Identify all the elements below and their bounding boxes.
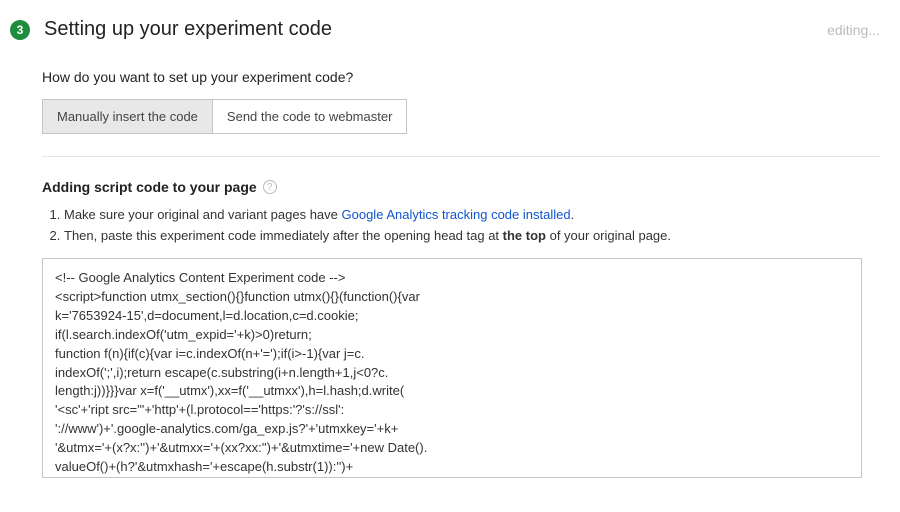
- subhead-title: Adding script code to your page: [42, 179, 257, 195]
- instruction-2-suffix: of your original page.: [546, 228, 671, 243]
- step-number-badge: 3: [10, 20, 30, 40]
- tracking-code-link[interactable]: Google Analytics tracking code installed: [342, 207, 571, 222]
- step-content: How do you want to set up your experimen…: [42, 69, 880, 481]
- subhead-row: Adding script code to your page ?: [42, 179, 880, 195]
- instruction-1-suffix: .: [571, 207, 575, 222]
- step-header: 3 Setting up your experiment code editin…: [0, 18, 880, 41]
- step-status: editing...: [827, 22, 880, 38]
- instruction-item-2: Then, paste this experiment code immedia…: [64, 226, 880, 246]
- section-divider: [42, 156, 880, 157]
- instructions-list: Make sure your original and variant page…: [64, 205, 880, 246]
- step-title: Setting up your experiment code: [44, 18, 827, 41]
- instruction-item-1: Make sure your original and variant page…: [64, 205, 880, 225]
- experiment-code-textarea[interactable]: [42, 258, 862, 478]
- instruction-2-bold: the top: [503, 228, 546, 243]
- tab-send-webmaster[interactable]: Send the code to webmaster: [212, 100, 407, 133]
- instruction-1-prefix: Make sure your original and variant page…: [64, 207, 342, 222]
- instruction-2-prefix: Then, paste this experiment code immedia…: [64, 228, 503, 243]
- setup-method-tabs: Manually insert the code Send the code t…: [42, 99, 407, 134]
- tab-manual-insert[interactable]: Manually insert the code: [43, 100, 212, 133]
- help-icon[interactable]: ?: [263, 180, 277, 194]
- setup-question: How do you want to set up your experimen…: [42, 69, 880, 85]
